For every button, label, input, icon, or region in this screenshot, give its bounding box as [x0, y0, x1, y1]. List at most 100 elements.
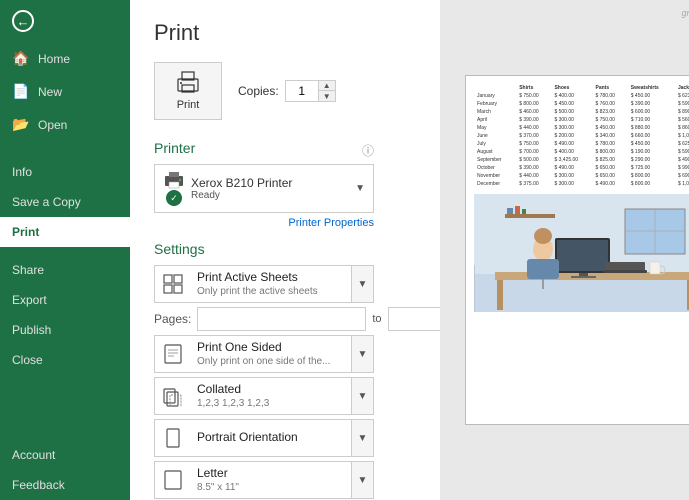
print-button[interactable]: Print [154, 62, 222, 120]
cell-5-5: $ 1,080.00 [675, 132, 689, 140]
sidebar-item-new-label: New [38, 85, 62, 99]
cell-0-3: $ 780.00 [592, 92, 627, 100]
copies-area: Copies: ▲ ▼ [238, 80, 336, 102]
sidebar-item-close[interactable]: Close [0, 345, 130, 375]
cell-1-3: $ 760.00 [592, 100, 627, 108]
one-sided-dropdown[interactable]: ▼ [351, 336, 373, 372]
active-sheets-text: Print Active Sheets Only print the activ… [191, 266, 351, 302]
active-sheets-dropdown[interactable]: ▼ [351, 266, 373, 302]
copies-decrement[interactable]: ▼ [319, 91, 335, 101]
print-icon [174, 71, 202, 95]
cell-2-5: $ 890.00 [675, 108, 689, 116]
cell-7-1: $ 700.00 [516, 148, 551, 156]
one-sided-main: Print One Sided [197, 340, 345, 356]
cell-2-4: $ 600.00 [628, 108, 675, 116]
sidebar-item-info-label: Info [12, 165, 32, 179]
cell-1-4: $ 390.00 [628, 100, 675, 108]
sidebar-item-print[interactable]: Print [0, 217, 130, 247]
sidebar-item-share[interactable]: Share [0, 255, 130, 285]
sidebar-item-account[interactable]: Account [0, 440, 130, 470]
cell-10-1: $ 440.00 [516, 172, 551, 180]
cell-2-1: $ 460.00 [516, 108, 551, 116]
cell-3-0: April [474, 116, 516, 124]
cell-10-2: $ 300.00 [551, 172, 592, 180]
cell-8-3: $ 825.00 [592, 156, 627, 164]
cell-9-2: $ 490.00 [551, 164, 592, 172]
sidebar-item-new[interactable]: 📄 New [0, 75, 130, 108]
sheet-row-5: June$ 370.00$ 200.00$ 340.00$ 660.00$ 1,… [474, 132, 689, 140]
cell-10-0: November [474, 172, 516, 180]
copies-input[interactable] [286, 82, 318, 100]
printer-select[interactable]: ✓ Xerox B210 Printer Ready ▼ [154, 164, 374, 213]
printer-properties-link[interactable]: Printer Properties [154, 217, 374, 229]
cell-9-0: October [474, 164, 516, 172]
cell-0-0: January [474, 92, 516, 100]
setting-orientation[interactable]: Portrait Orientation ▼ [154, 419, 374, 457]
cell-10-5: $ 690.00 [675, 172, 689, 180]
cell-8-4: $ 290.00 [628, 156, 675, 164]
sidebar-item-open-label: Open [38, 118, 67, 132]
sidebar-item-open[interactable]: 📂 Open [0, 108, 130, 141]
sidebar-item-print-label: Print [12, 225, 39, 239]
new-icon: 📄 [12, 83, 30, 100]
cell-4-3: $ 450.00 [592, 124, 627, 132]
pages-from-input[interactable] [197, 307, 366, 331]
cell-3-3: $ 750.00 [592, 116, 627, 124]
sidebar-item-feedback-label: Feedback [12, 478, 65, 492]
cell-8-1: $ 500.00 [516, 156, 551, 164]
sidebar-item-home[interactable]: 🏠 Home [0, 42, 130, 75]
cell-0-4: $ 450.00 [628, 92, 675, 100]
pages-to-input[interactable] [388, 307, 440, 331]
cell-5-2: $ 200.00 [551, 132, 592, 140]
col-header-jackets: Jackets [675, 84, 689, 92]
setting-paper-size[interactable]: Letter 8.5" x 11" ▼ [154, 461, 374, 499]
sidebar-item-save-copy[interactable]: Save a Copy [0, 187, 130, 217]
cell-2-3: $ 823.00 [592, 108, 627, 116]
setting-collated[interactable]: Collated 1,2,3 1,2,3 1,2,3 ▼ [154, 377, 374, 415]
cell-7-5: $ 590.00 [675, 148, 689, 156]
sheet-data-preview: Shirts Shoes Pants Sweatshirts Jackets J… [474, 84, 689, 188]
sheet-row-4: May$ 440.00$ 300.00$ 450.00$ 880.00$ 860… [474, 124, 689, 132]
cell-11-5: $ 1,090.00 [675, 180, 689, 188]
copies-increment[interactable]: ▲ [319, 81, 335, 91]
cell-9-5: $ 990.00 [675, 164, 689, 172]
copies-input-wrapper: ▲ ▼ [285, 80, 336, 102]
info-icon[interactable]: ⓘ [362, 142, 374, 159]
back-button[interactable]: ← [0, 0, 130, 42]
sidebar-item-feedback[interactable]: Feedback [0, 470, 130, 500]
sheet-row-1: February$ 800.00$ 450.00$ 760.00$ 390.00… [474, 100, 689, 108]
setting-one-sided[interactable]: Print One Sided Only print on one side o… [154, 335, 374, 373]
sidebar-item-export-label: Export [12, 293, 47, 307]
sidebar-item-export[interactable]: Export [0, 285, 130, 315]
orientation-icon [155, 420, 191, 456]
pages-label: Pages: [154, 312, 191, 326]
desk-svg [474, 194, 689, 312]
collated-main: Collated [197, 382, 345, 398]
sidebar-item-publish[interactable]: Publish [0, 315, 130, 345]
preview-page: Shirts Shoes Pants Sweatshirts Jackets J… [465, 75, 689, 425]
cell-1-2: $ 450.00 [551, 100, 592, 108]
sidebar-item-save-copy-label: Save a Copy [12, 195, 81, 209]
copies-label: Copies: [238, 84, 279, 98]
cell-6-5: $ 625.00 [675, 140, 689, 148]
cell-5-4: $ 660.00 [628, 132, 675, 140]
cell-2-2: $ 500.00 [551, 108, 592, 116]
setting-active-sheets[interactable]: Print Active Sheets Only print the activ… [154, 265, 374, 303]
paper-size-sub: 8.5" x 11" [197, 482, 345, 494]
paper-size-icon [155, 462, 191, 498]
orientation-dropdown[interactable]: ▼ [351, 420, 373, 456]
cell-0-1: $ 750.00 [516, 92, 551, 100]
cell-7-2: $ 400.00 [551, 148, 592, 156]
col-header-sweatshirts: Sweatshirts [628, 84, 675, 92]
paper-size-dropdown[interactable]: ▼ [351, 462, 373, 498]
paper-size-text: Letter 8.5" x 11" [191, 462, 351, 498]
cell-9-3: $ 650.00 [592, 164, 627, 172]
cell-11-0: December [474, 180, 516, 188]
orientation-main: Portrait Orientation [197, 430, 345, 446]
sheet-row-6: July$ 750.00$ 490.00$ 780.00$ 450.00$ 62… [474, 140, 689, 148]
cell-0-5: $ 623.00 [675, 92, 689, 100]
active-sheets-main: Print Active Sheets [197, 270, 345, 286]
collated-dropdown[interactable]: ▼ [351, 378, 373, 414]
sidebar-item-info[interactable]: Info [0, 157, 130, 187]
sheet-row-8: September$ 500.00$ 3,425.00$ 825.00$ 290… [474, 156, 689, 164]
